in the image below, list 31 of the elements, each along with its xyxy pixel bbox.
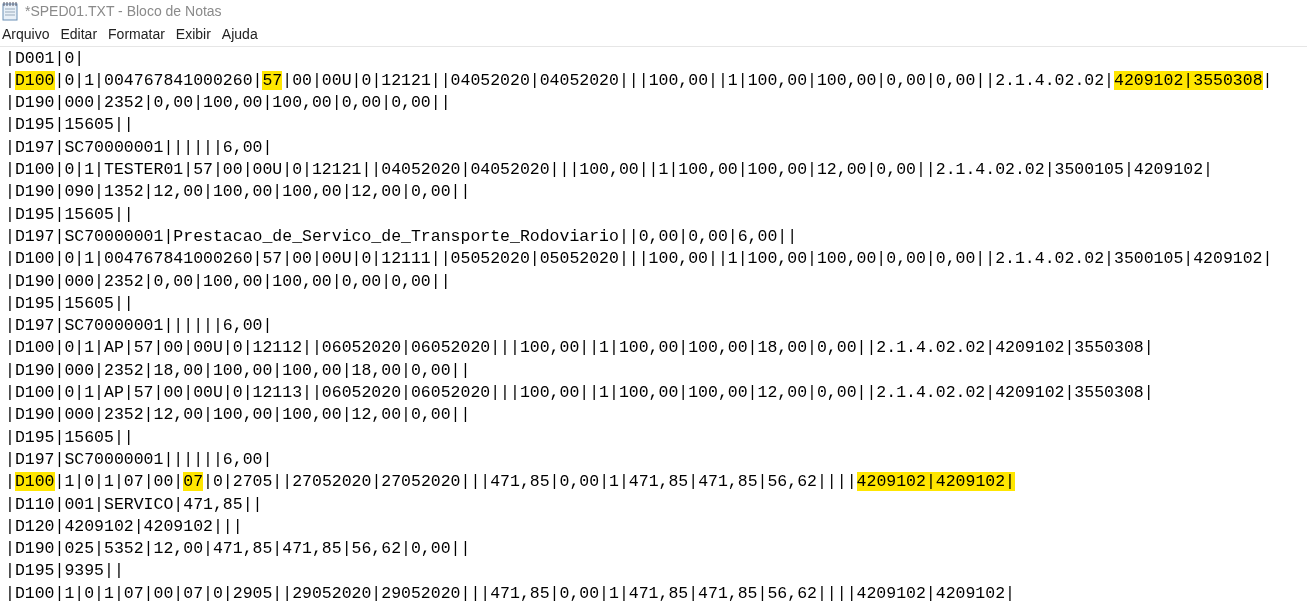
text-line: |D197|SC70000001||||||6,00| [5,136,274,159]
notepad-icon [1,1,19,22]
text-line: |D195|15605|| [5,114,135,137]
window-title: *SPED01.TXT - Bloco de Notas [25,3,222,20]
text-line: |D110|001|SERVICO|471,85|| [5,493,264,516]
text-line: |D195|9395|| [5,560,125,583]
text-line: |D197|SC70000001||||||6,00| [5,448,274,471]
text-line: |D120|4209102|4209102||| [5,515,244,538]
menu-item[interactable]: Exibir [173,25,217,42]
text-line: |D195|15605|| [5,203,135,226]
menu-item[interactable]: Ajuda [219,25,264,42]
text-line: |D001|0| [5,47,86,70]
text-line: |D195|15605|| [5,426,135,449]
text-line: |D190|000|2352|0,00|100,00|100,00|0,00|0,00|| [5,270,452,293]
text-line: |D190|000|2352|0,00|100,00|100,00|0,00|0,00|| [5,92,452,115]
text-line: |D195|15605|| [5,292,135,315]
text-line: |D100|0|1|AP|57|00|00U|0|12112||06052020|06052020|||100,00||1|100,00|100,00|18,00|0,00||2.1.4.02.02|4209102|3550308| [5,337,1155,360]
text-line: |D190|000|2352|18,00|100,00|100,00|18,00|0,00|| [5,359,472,382]
menu-item[interactable]: Formatar [106,25,171,42]
text-line: |D100|1|0|1|07|00|07|0|2905||29052020|29052020|||471,85|0,00|1|471,85|471,85|56,62||||4209102|4209102| [5,582,1016,605]
menu-item[interactable]: Editar [58,25,104,42]
text-line: |D197|SC70000001|Prestacao_de_Servico_de_Transporte_Rodoviario||0,00|0,00|6,00|| [5,225,799,248]
text-line: |D190|000|2352|12,00|100,00|100,00|12,00|0,00|| [5,404,472,427]
menu-item[interactable]: Arquivo [0,25,56,42]
text-line: |D100|0|1|TESTER01|57|00|00U|0|12121||04052020|04052020|||100,00||1|100,00|100,00|12,00|0,00||2.1.4.02.02|3500105|4209102| [5,159,1214,182]
text-line: |D100|0|1|004767841000260|57|00|00U|0|12111||05052020|05052020|||100,00||1|100,00|100,00|0,00|0,00||2.1.4.02.02|3500105|4209102| [5,248,1274,271]
text-line: |D190|025|5352|12,00|471,85|471,85|56,62|0,00|| [5,538,472,561]
text-line: |D190|090|1352|12,00|100,00|100,00|12,00|0,00|| [5,181,472,204]
text-line: |D100|1|0|1|07|00|07|0|2705||27052020|27052020|||471,85|0,00|1|471,85|471,85|56,62||||4209102|4209102| [5,471,1017,494]
text-line: |D197|SC70000001||||||6,00| [5,315,274,338]
text-line: |D100|0|1|AP|57|00|00U|0|12113||06052020|06052020|||100,00||1|100,00|100,00|12,00|0,00||2.1.4.02.02|4209102|3550308| [5,382,1155,405]
